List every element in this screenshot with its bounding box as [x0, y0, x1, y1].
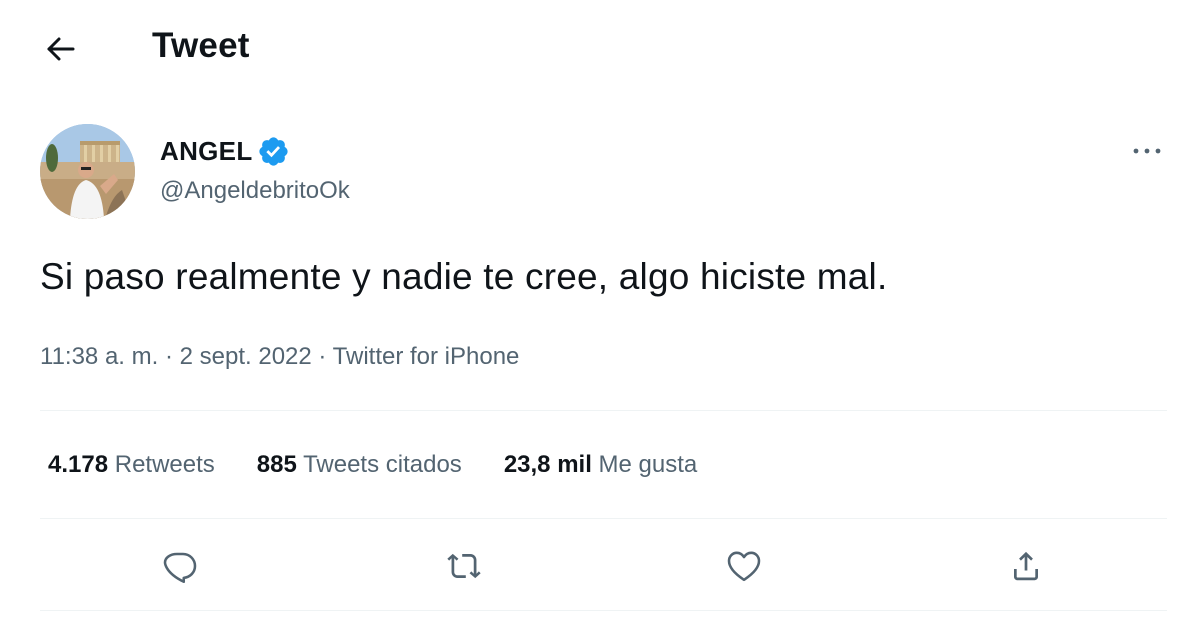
verified-badge-icon: [258, 137, 288, 166]
heart-icon: [727, 551, 761, 582]
divider: [40, 410, 1167, 411]
likes-label: Me gusta: [598, 451, 698, 478]
retweet-button[interactable]: [438, 540, 490, 592]
retweets-count: 4.178: [48, 451, 109, 478]
avatar[interactable]: [40, 124, 135, 219]
retweet-icon: [447, 553, 481, 579]
author-name-row[interactable]: ANGEL: [160, 135, 290, 168]
share-icon: [1014, 551, 1038, 581]
divider: [40, 610, 1167, 611]
retweets-stat[interactable]: 4.178 Retweets: [48, 451, 215, 479]
back-button[interactable]: [40, 30, 80, 70]
likes-count: 23,8 mil: [503, 451, 592, 478]
meta-separator: ·: [164, 343, 173, 370]
tweet-date[interactable]: 2 sept. 2022: [180, 343, 312, 370]
meta-separator: ·: [318, 343, 327, 370]
tweet-stats: 4.178 Retweets 885 Tweets citados 23,8 m…: [48, 451, 739, 479]
quote-tweets-stat[interactable]: 885 Tweets citados: [257, 451, 462, 479]
arrow-left-icon: [47, 37, 75, 61]
tweet-actions-bar: [0, 540, 1189, 596]
reply-button[interactable]: [154, 540, 206, 592]
like-button[interactable]: [718, 540, 770, 592]
display-name: ANGEL: [160, 136, 253, 166]
retweets-label: Retweets: [114, 451, 215, 478]
profile-photo: [40, 124, 135, 219]
reply-icon: [163, 552, 197, 584]
page-title: Tweet: [152, 26, 250, 65]
tweet-header: Tweet: [0, 0, 1189, 100]
tweet-source[interactable]: Twitter for iPhone: [333, 343, 520, 370]
tweet-text: Si paso realmente y nadie te cree, algo …: [40, 256, 888, 297]
share-button[interactable]: [1000, 540, 1052, 592]
more-options-button[interactable]: [1128, 140, 1168, 162]
quotes-label: Tweets citados: [303, 451, 462, 478]
divider: [40, 518, 1167, 519]
tweet-metadata: 11:38 a. m. · 2 sept. 2022 · Twitter for…: [40, 343, 519, 371]
more-horizontal-icon: [1133, 148, 1161, 154]
likes-stat[interactable]: 23,8 mil Me gusta: [504, 451, 697, 479]
author-handle[interactable]: @AngeldebritoOk: [160, 177, 350, 205]
tweet-time[interactable]: 11:38 a. m.: [40, 343, 158, 370]
quotes-count: 885: [256, 451, 297, 478]
